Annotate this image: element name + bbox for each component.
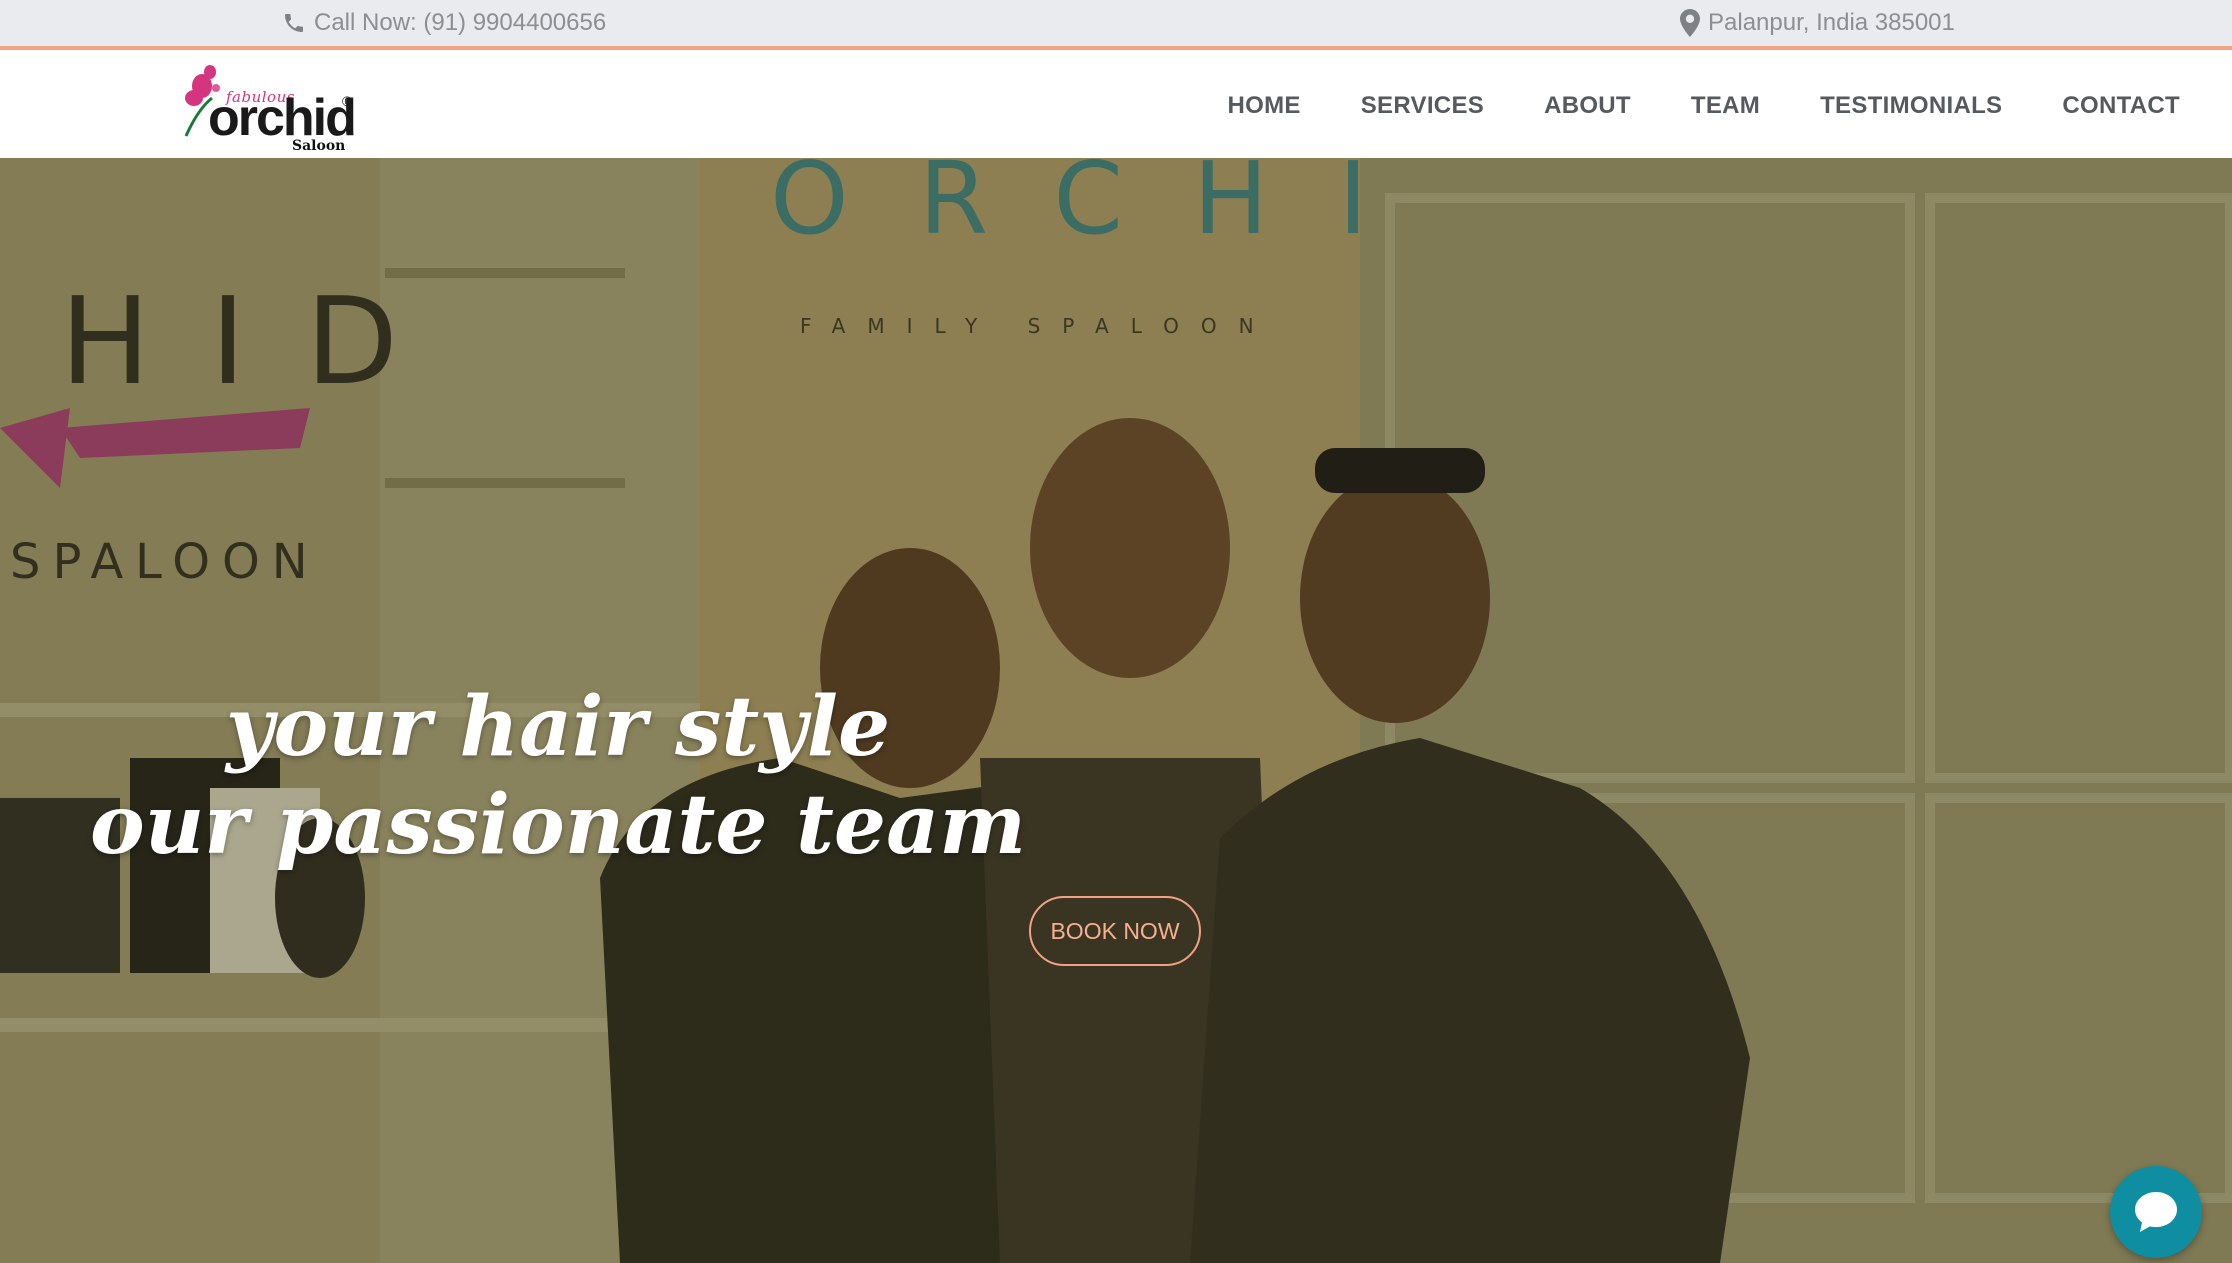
nav-contact[interactable]: CONTACT	[2062, 92, 2180, 120]
logo-registered-mark: ®	[342, 93, 353, 109]
chat-bubble-icon	[2135, 1192, 2177, 1232]
map-pin-icon	[1680, 9, 1700, 37]
hero-section: HID SPALOON ORCHID FAMILY SPALOON your h…	[0, 158, 2232, 1263]
top-info-bar: Call Now: (91) 9904400656 Palanpur, Indi…	[0, 0, 2232, 50]
orchid-logo[interactable]: fabulous orchid ® Saloon	[172, 58, 362, 154]
hero-headline: your hair style our passionate team	[0, 678, 1116, 874]
logo-subtitle: Saloon	[292, 138, 346, 154]
headline-line-1: your hair style	[225, 679, 891, 775]
location-text: Palanpur, India 385001	[1708, 9, 1955, 36]
location-link[interactable]: Palanpur, India 385001	[1680, 7, 1955, 39]
chat-widget-button[interactable]	[2110, 1166, 2202, 1258]
book-now-button[interactable]: BOOK NOW	[1029, 896, 1201, 966]
main-navbar: fabulous orchid ® Saloon HOME SERVICES A…	[0, 54, 2232, 158]
nav-home[interactable]: HOME	[1228, 92, 1301, 120]
main-nav: HOME SERVICES ABOUT TEAM TESTIMONIALS CO…	[1228, 54, 2180, 158]
nav-services[interactable]: SERVICES	[1361, 92, 1484, 120]
nav-team[interactable]: TEAM	[1691, 92, 1760, 120]
call-now-link[interactable]: Call Now: (91) 9904400656	[282, 7, 606, 39]
headline-line-2: our passionate team	[90, 777, 1026, 873]
phone-text: Call Now: (91) 9904400656	[314, 9, 607, 36]
phone-icon	[285, 14, 303, 32]
nav-about[interactable]: ABOUT	[1544, 92, 1631, 120]
nav-testimonials[interactable]: TESTIMONIALS	[1820, 92, 2002, 120]
